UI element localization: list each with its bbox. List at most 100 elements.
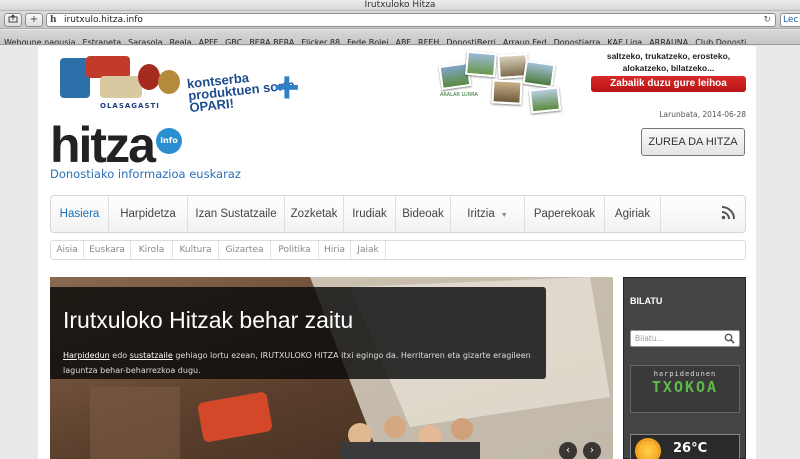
search-icon[interactable] (724, 333, 735, 344)
slide-summary: Harpidedun edo sustatzaile gehiago lortu… (63, 348, 533, 378)
bookmarks-bar: Webgune nagusia Estraneta Sarasola Reala APF… (0, 30, 800, 45)
ad-banner-conserves[interactable]: OLASAGASTI kontserba produktuen sorta OP… (46, 50, 306, 115)
bookmark-item[interactable]: APFF (199, 35, 219, 44)
chevron-down-icon: ▼ (500, 212, 508, 219)
url-text: irutxulo.hitza.info (64, 15, 143, 25)
featured-slider[interactable]: Irutxuloko Hitzak behar zaitu Harpidedun… (50, 277, 613, 459)
reload-icon[interactable]: ↻ (763, 14, 771, 27)
nav-item-label: Iritzia (467, 208, 495, 220)
current-date: Larunbata, 2014-06-28 (659, 110, 746, 119)
bookmark-item[interactable]: ABF (395, 35, 411, 44)
product-tin (158, 70, 180, 94)
nav-item-label: Harpidetza (120, 208, 176, 220)
site-tagline: Donostiako informazioa euskaraz (50, 167, 241, 181)
bookmark-item[interactable]: GBC (225, 35, 242, 44)
nav-item-irudiak[interactable]: Irudiak (344, 196, 396, 232)
category-gizartea[interactable]: Gizartea (219, 241, 271, 259)
category-jaiak[interactable]: Jaiak (351, 241, 386, 259)
web-page: OLASAGASTI kontserba produktuen sorta OP… (38, 46, 756, 459)
subscriber-link[interactable]: Harpidedun (63, 351, 110, 360)
nav-item-bideoak[interactable]: Bideoak (396, 196, 451, 232)
share-icon (8, 14, 18, 23)
product-tin (138, 64, 160, 90)
ad-banner-aralar[interactable]: ARALAR LURRA (438, 50, 590, 114)
bookmark-item[interactable]: Sarasola (128, 35, 162, 44)
slide-text-joiner: edo (109, 351, 130, 360)
bookmark-item[interactable]: Donostiarra (554, 35, 601, 44)
ad-photo (522, 60, 556, 88)
brand-label: OLASAGASTI (100, 102, 160, 110)
nav-item-label: Izan Sustatzaile (195, 208, 277, 220)
bookmark-item[interactable]: Flicker 88 (301, 35, 340, 44)
reader-tab[interactable]: Lec (780, 13, 800, 27)
category-euskara[interactable]: Euskara (84, 241, 131, 259)
browser-toolbar: + h irutxulo.hitza.info ↻ Lec (0, 11, 800, 29)
category-navigation: Aisia Euskara Kirola Kultura Gizartea Po… (50, 240, 746, 260)
search-title: BILATU (630, 296, 663, 306)
category-politika[interactable]: Politika (271, 241, 319, 259)
search-input[interactable]: Bilatu... (630, 330, 740, 347)
search-placeholder: Bilatu... (635, 334, 664, 343)
bookmark-item[interactable]: BERA BERA (249, 35, 294, 44)
nav-item-hasiera[interactable]: Hasiera (51, 196, 109, 232)
bookmark-item[interactable]: Fede Bolei (347, 35, 388, 44)
nav-item-label: Agiriak (614, 208, 651, 220)
nav-item-zozketak[interactable]: Zozketak (285, 196, 344, 232)
bookmark-item[interactable]: Club Donosti (695, 35, 746, 44)
bookmark-item[interactable]: Webgune nagusia (4, 35, 76, 44)
temperature: 26°C (673, 441, 708, 456)
main-navigation: Hasiera Harpidetza Izan Sustatzaile Zozk… (50, 195, 746, 233)
nav-item-label: Zozketak (290, 208, 338, 220)
nav-item-label: Hasiera (59, 208, 100, 220)
slider-next-button[interactable]: › (583, 442, 601, 459)
category-kirola[interactable]: Kirola (131, 241, 173, 259)
bookmark-item[interactable]: ARRAUNA (649, 35, 688, 44)
bookmark-item[interactable]: KAE Liga (607, 35, 642, 44)
bookmark-item[interactable]: RFEH (418, 35, 439, 44)
slider-prev-button[interactable]: ‹ (559, 442, 577, 459)
subscribers-corner-banner[interactable]: harpidedunen TXOKOA (630, 365, 740, 413)
site-favicon: h (50, 15, 57, 25)
txoko-small-text: harpidedunen (653, 370, 717, 378)
product-tin (100, 76, 142, 98)
window-title: Irutxuloko Hitza (0, 0, 800, 11)
rss-icon[interactable] (721, 206, 735, 220)
bookmark-item[interactable]: Reala (170, 35, 192, 44)
sponsor-link[interactable]: sustatzaile (130, 351, 173, 360)
subscribe-button[interactable]: ZUREA DA HITZA (641, 128, 745, 156)
sidebar: BILATU Bilatu... harpidedunen TXOKOA 26°… (623, 277, 746, 459)
product-tin (86, 56, 130, 78)
classifieds-button[interactable]: Zabalik duzu gure leihoa (591, 76, 746, 92)
new-tab-button[interactable]: + (25, 13, 43, 27)
bookmark-item[interactable]: Estraneta (83, 35, 122, 44)
sun-icon (637, 440, 659, 459)
logo-info-badge: info (156, 128, 182, 154)
aralar-logo: ARALAR LURRA (440, 92, 478, 98)
nav-item-label: Paperekoak (533, 208, 596, 220)
txoko-big-text: TXOKOA (651, 378, 719, 396)
nav-item-label: Bideoak (402, 208, 444, 220)
nav-item-harpidetza[interactable]: Harpidetza (109, 196, 188, 232)
classifieds-text: saltzeko, trukatzeko, erosteko, alokatze… (606, 51, 731, 73)
plus-icon: + (274, 63, 300, 112)
ad-photo (491, 79, 523, 105)
slide-caption: Irutxuloko Hitzak behar zaitu Harpidedun… (50, 287, 546, 379)
nav-item-izan-sustatzaile[interactable]: Izan Sustatzaile (188, 196, 285, 232)
ad-photo (465, 50, 497, 78)
category-hiria[interactable]: Hiria (319, 241, 351, 259)
category-kultura[interactable]: Kultura (173, 241, 219, 259)
slide-title[interactable]: Irutxuloko Hitzak behar zaitu (63, 307, 353, 334)
category-aisia[interactable]: Aisia (51, 241, 84, 259)
nav-item-agiriak[interactable]: Agiriak (605, 196, 661, 232)
address-bar[interactable]: h irutxulo.hitza.info ↻ (46, 13, 776, 27)
bookmark-item[interactable]: DonostiBerri (446, 35, 496, 44)
nav-item-paperekoak[interactable]: Paperekoak (525, 196, 605, 232)
ad-photo (528, 86, 562, 114)
share-button[interactable] (4, 13, 22, 27)
bookmark-item[interactable]: Arraun Fed (503, 35, 547, 44)
weather-widget: 26°C (630, 434, 740, 459)
nav-item-label: Irudiak (352, 208, 387, 220)
nav-item-iritzia[interactable]: Iritzia ▼ (451, 196, 525, 232)
ad-banner-classifieds[interactable]: saltzeko, trukatzeko, erosteko, alokatze… (591, 50, 746, 92)
site-logo[interactable]: hitza (50, 120, 156, 170)
